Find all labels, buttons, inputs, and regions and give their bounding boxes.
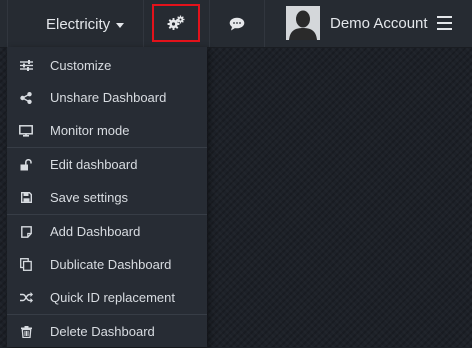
dataset-dropdown[interactable]: Electricity — [46, 13, 125, 35]
shuffle-icon — [19, 291, 33, 305]
menu-item-label: Edit dashboard — [50, 157, 138, 172]
floppy-icon — [19, 191, 33, 205]
menu-item-delete-dashboard[interactable]: Delete Dashboard — [7, 315, 207, 348]
menu-item-label: Unshare Dashboard — [50, 90, 167, 105]
navbar-divider — [143, 0, 144, 47]
copy-icon — [19, 258, 33, 272]
user-silhouette-icon — [286, 6, 320, 40]
account-menu[interactable]: Demo Account — [286, 6, 428, 40]
sliders-icon — [19, 58, 33, 72]
settings-dropdown-menu: Customize Unshare Dashboard Monitor mode… — [7, 47, 207, 347]
comment-icon — [229, 17, 245, 31]
top-navbar: Electricity Demo Account — [0, 0, 472, 48]
menu-item-label: Dublicate Dashboard — [50, 257, 172, 272]
add-page-icon — [19, 225, 33, 239]
navbar-divider — [264, 0, 265, 47]
navbar-divider — [7, 0, 8, 47]
hamburger-bar — [437, 16, 452, 18]
dataset-label: Electricity — [46, 15, 111, 33]
menu-item-label: Delete Dashboard — [50, 324, 155, 339]
trash-icon — [19, 325, 33, 339]
settings-button[interactable] — [152, 4, 200, 42]
menu-item-label: Save settings — [50, 190, 129, 205]
menu-item-add-dashboard[interactable]: Add Dashboard — [7, 215, 207, 248]
monitor-icon — [19, 124, 33, 138]
hamburger-menu-button[interactable] — [437, 16, 452, 30]
gears-icon — [167, 15, 185, 30]
menu-item-label: Customize — [50, 57, 112, 73]
hamburger-bar — [437, 22, 452, 24]
menu-item-quick-id-replacement[interactable]: Quick ID replacement — [7, 281, 207, 314]
menu-item-monitor-mode[interactable]: Monitor mode — [7, 114, 207, 147]
menu-item-label: Quick ID replacement — [50, 290, 175, 305]
comments-button[interactable] — [222, 11, 252, 37]
navbar-divider — [209, 0, 210, 47]
share-icon — [19, 91, 33, 105]
menu-item-edit-dashboard[interactable]: Edit dashboard — [7, 148, 207, 181]
caret-down-icon — [116, 22, 125, 28]
menu-item-dublicate-dashboard[interactable]: Dublicate Dashboard — [7, 248, 207, 281]
hamburger-bar — [437, 28, 452, 30]
unlock-icon — [19, 158, 33, 172]
menu-item-unshare-dashboard[interactable]: Unshare Dashboard — [7, 81, 207, 114]
account-name: Demo Account — [330, 14, 428, 32]
menu-item-label: Monitor mode — [50, 123, 130, 138]
menu-item-save-settings[interactable]: Save settings — [7, 181, 207, 214]
menu-item-customize[interactable]: Customize — [7, 47, 207, 81]
avatar — [286, 6, 320, 40]
menu-item-label: Add Dashboard — [50, 224, 141, 239]
